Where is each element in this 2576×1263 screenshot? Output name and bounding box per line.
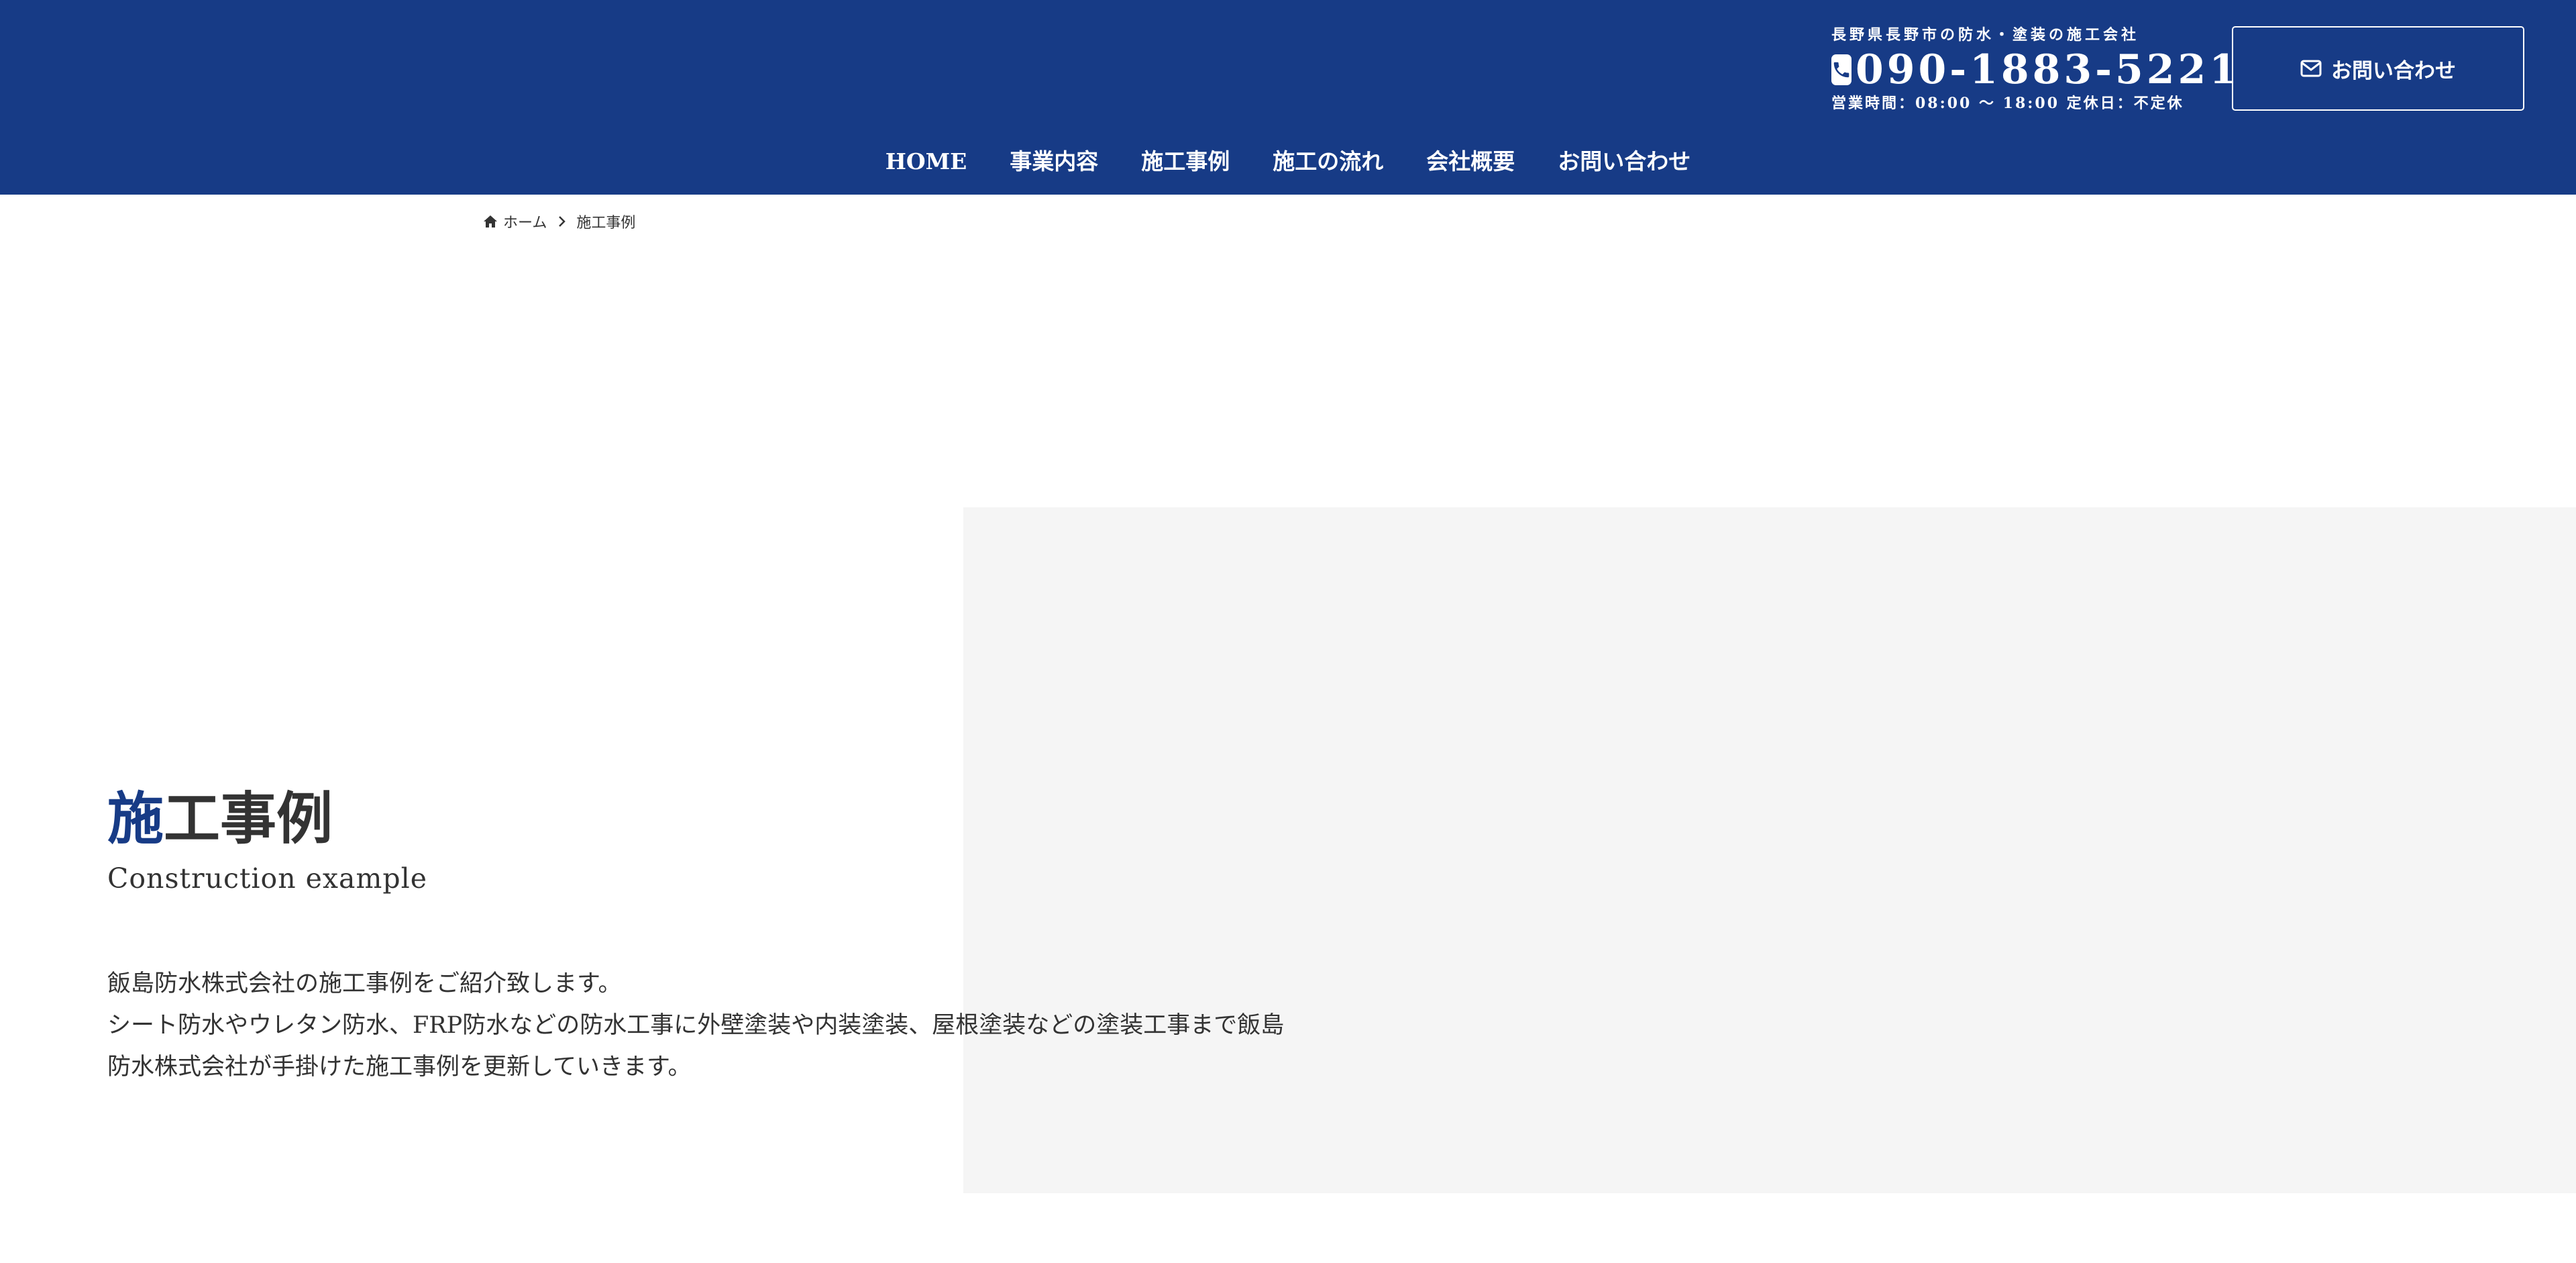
business-hours: 営業時間：08:00 〜 18:00 定休日：不定休 — [1831, 95, 2184, 112]
intro-line: 防水株式会社が手掛けた施工事例を更新していきます。 — [107, 1054, 692, 1080]
header-tagline: 長野県長野市の防水・塗装の施工会社 — [1831, 26, 2140, 44]
page-subtitle: Construction example — [107, 862, 427, 895]
nav-item-company[interactable]: 会社概要 — [1405, 138, 1536, 185]
page-title-accent: 施 — [107, 785, 164, 852]
nav-item-services[interactable]: 事業内容 — [988, 138, 1120, 185]
intro-line: シート防水やウレタン防水、FRP防水などの防水工事に外壁塗装や内装塗装、屋根塗装… — [107, 1012, 1285, 1039]
site-header: 長野県長野市の防水・塗装の施工会社 090-1883-5221 営業時間：08:… — [0, 0, 2576, 195]
phone-row[interactable]: 090-1883-5221 — [1831, 47, 2237, 93]
intro-line: 飯島防水株式会社の施工事例をご紹介致します。 — [107, 970, 622, 997]
hero-text: 施工事例 Construction example 飯島防水株式会社の施工事例を… — [107, 782, 1315, 1088]
breadcrumb-home-link[interactable]: ホーム — [503, 211, 547, 232]
intro-text: 飯島防水株式会社の施工事例をご紹介致します。 シート防水やウレタン防水、FRP防… — [107, 963, 1315, 1088]
home-icon — [483, 215, 498, 228]
phone-square-icon — [1831, 54, 1851, 85]
breadcrumb-current: 施工事例 — [576, 215, 636, 232]
page-title-rest: 工事例 — [164, 785, 333, 852]
page-title: 施工事例 — [107, 782, 1315, 856]
contact-button-label: お問い合わせ — [2331, 58, 2456, 83]
nav-item-home[interactable]: HOME — [864, 138, 989, 185]
breadcrumb: ホーム 施工事例 — [483, 210, 635, 233]
nav-item-flow[interactable]: 施工の流れ — [1251, 138, 1405, 185]
global-nav: HOME 事業内容 施工事例 施工の流れ 会社概要 お問い合わせ — [0, 138, 2576, 185]
envelope-icon — [2300, 60, 2322, 77]
header-contact-info: 長野県長野市の防水・塗装の施工会社 090-1883-5221 営業時間：08:… — [1831, 24, 2237, 114]
nav-item-contact[interactable]: お問い合わせ — [1536, 138, 1712, 185]
phone-number[interactable]: 090-1883-5221 — [1856, 47, 2241, 93]
chevron-right-icon — [557, 215, 566, 228]
contact-button[interactable]: お問い合わせ — [2232, 26, 2524, 111]
nav-item-works[interactable]: 施工事例 — [1120, 138, 1251, 185]
